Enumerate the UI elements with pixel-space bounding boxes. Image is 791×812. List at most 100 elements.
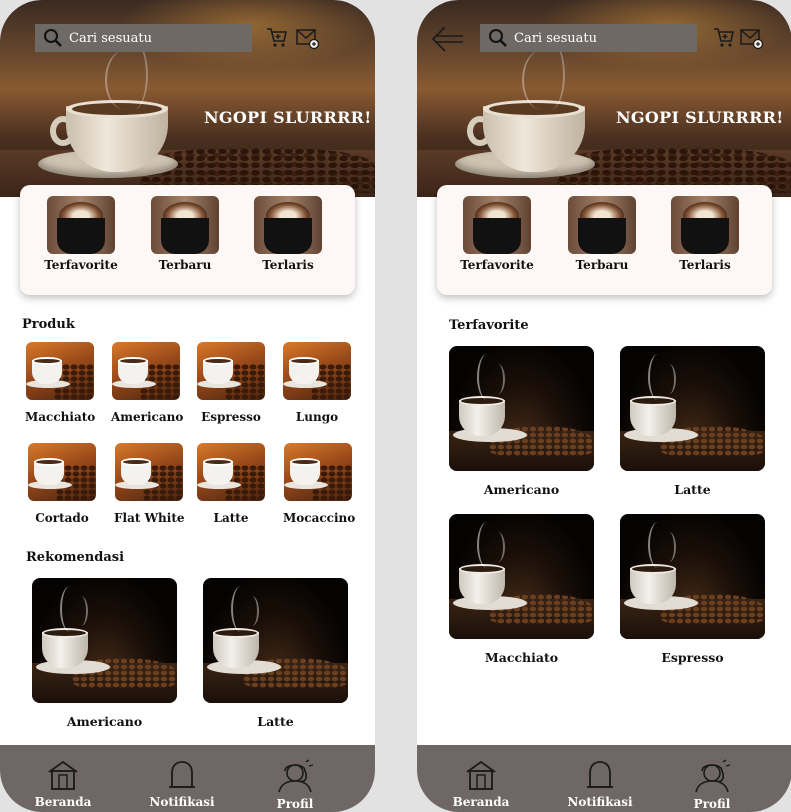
home-screen: NGOPI SLURRRR! Cari sesuatu Terfavorite …	[0, 0, 375, 812]
favorite-card[interactable]: Espresso	[620, 514, 765, 665]
product-label: Mocaccino	[283, 511, 356, 525]
cart-icon[interactable]	[266, 26, 288, 48]
favorite-card[interactable]: Macchiato	[449, 514, 594, 665]
category-image	[671, 196, 739, 254]
favorite-label: Americano	[483, 482, 560, 497]
nav-label: Beranda	[34, 795, 92, 809]
nav-profil[interactable]: Profil	[667, 759, 757, 811]
category-label: Terfavorite	[44, 258, 118, 272]
category-card: Terfavorite Terbaru Terlaris	[437, 185, 772, 295]
product-item[interactable]: Americano	[111, 342, 184, 424]
nav-label: Notifikasi	[567, 795, 633, 809]
category-image	[151, 196, 219, 254]
category-terfavorite[interactable]: Terfavorite	[457, 196, 537, 272]
bell-icon	[587, 761, 613, 788]
favorite-image	[620, 346, 765, 471]
product-label: Espresso	[201, 410, 261, 424]
favorite-image	[449, 514, 594, 639]
product-item[interactable]: Macchiato	[25, 342, 95, 424]
section-title-rekomendasi: Rekomendasi	[26, 550, 125, 565]
category-terlaris[interactable]: Terlaris	[248, 196, 328, 272]
product-image	[197, 443, 265, 501]
nav-label: Profil	[276, 797, 314, 811]
product-label: Macchiato	[25, 410, 96, 424]
search-placeholder: Cari sesuatu	[514, 30, 597, 46]
terfavorite-screen: NGOPI SLURRRR! Cari sesuatu Terfavorite …	[417, 0, 791, 812]
category-label: Terbaru	[575, 258, 629, 272]
recommendation-label: Americano	[66, 714, 143, 729]
profile-icon	[695, 759, 731, 793]
category-image	[568, 196, 636, 254]
mail-icon[interactable]	[740, 28, 764, 50]
product-label: Latte	[213, 511, 249, 525]
category-terbaru[interactable]: Terbaru	[562, 196, 642, 272]
product-image	[26, 342, 94, 400]
search-placeholder: Cari sesuatu	[69, 30, 152, 46]
section-title-terfavorite: Terfavorite	[449, 318, 529, 333]
recommendation-image	[32, 578, 177, 703]
bottom-nav: Beranda Notifikasi Profil	[417, 745, 791, 812]
recommendation-image	[203, 578, 348, 703]
product-label: Lungo	[295, 410, 339, 424]
nav-label: Beranda	[452, 795, 510, 809]
favorite-image	[449, 346, 594, 471]
product-image	[115, 443, 183, 501]
category-image	[463, 196, 531, 254]
search-icon	[44, 29, 62, 47]
search-input[interactable]: Cari sesuatu	[35, 24, 252, 52]
tagline: NGOPI SLURRRR!	[204, 108, 372, 127]
product-label: Cortado	[35, 511, 89, 525]
nav-label: Profil	[693, 797, 731, 811]
nav-profil[interactable]: Profil	[250, 759, 340, 811]
recommendation-card[interactable]: Latte	[203, 578, 348, 729]
product-item[interactable]: Flat White	[114, 443, 185, 525]
favorite-card[interactable]: Latte	[620, 346, 765, 497]
category-terbaru[interactable]: Terbaru	[145, 196, 225, 272]
favorite-label: Macchiato	[484, 650, 559, 665]
bottom-nav: Beranda Notifikasi Profil	[0, 745, 375, 812]
nav-beranda[interactable]: Beranda	[436, 759, 526, 809]
profile-icon	[278, 759, 314, 793]
product-label: Americano	[111, 410, 184, 424]
mail-icon[interactable]	[296, 28, 320, 50]
product-item[interactable]: Espresso	[196, 342, 266, 424]
product-image	[112, 342, 180, 400]
recommendation-card[interactable]: Americano	[32, 578, 177, 729]
product-label: Flat White	[114, 511, 185, 525]
category-image	[47, 196, 115, 254]
home-icon	[466, 760, 496, 790]
product-image	[197, 342, 265, 400]
search-input[interactable]: Cari sesuatu	[480, 24, 697, 52]
product-image	[283, 342, 351, 400]
cart-icon[interactable]	[713, 26, 735, 48]
category-label: Terlaris	[679, 258, 731, 272]
category-label: Terlaris	[262, 258, 314, 272]
nav-label: Notifikasi	[149, 795, 215, 809]
nav-notifikasi[interactable]: Notifikasi	[137, 759, 227, 809]
favorite-image	[620, 514, 765, 639]
product-item[interactable]: Mocaccino	[283, 443, 356, 525]
category-image	[254, 196, 322, 254]
category-terlaris[interactable]: Terlaris	[665, 196, 745, 272]
home-icon	[48, 760, 78, 790]
product-image	[284, 443, 352, 501]
favorite-label: Espresso	[661, 650, 724, 665]
product-item[interactable]: Latte	[196, 443, 266, 525]
nav-beranda[interactable]: Beranda	[18, 759, 108, 809]
nav-notifikasi[interactable]: Notifikasi	[555, 759, 645, 809]
section-title-produk: Produk	[22, 317, 75, 332]
category-label: Terbaru	[158, 258, 212, 272]
bell-icon	[169, 761, 195, 788]
tagline: NGOPI SLURRRR!	[616, 108, 784, 127]
category-terfavorite[interactable]: Terfavorite	[41, 196, 121, 272]
product-image	[28, 443, 96, 501]
recommendation-label: Latte	[257, 714, 294, 729]
category-card: Terfavorite Terbaru Terlaris	[20, 185, 355, 295]
product-item[interactable]: Cortado	[27, 443, 97, 525]
search-icon	[489, 29, 507, 47]
favorite-label: Latte	[674, 482, 711, 497]
category-label: Terfavorite	[460, 258, 534, 272]
favorite-card[interactable]: Americano	[449, 346, 594, 497]
product-item[interactable]: Lungo	[282, 342, 352, 424]
back-arrow-icon[interactable]	[431, 25, 465, 53]
